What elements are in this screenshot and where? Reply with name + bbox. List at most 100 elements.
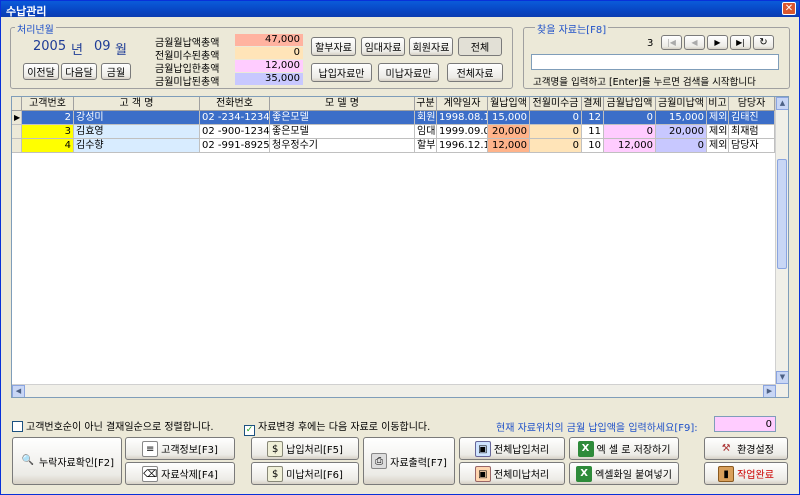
table-cell[interactable]: 2	[22, 111, 74, 125]
finish-button[interactable]: ▮ 작업완료	[704, 462, 788, 485]
this-month-button[interactable]: 금월	[101, 63, 131, 80]
table-cell[interactable]: 12	[582, 111, 604, 125]
table-cell[interactable]: 15,000	[656, 111, 707, 125]
nav-prev-button[interactable]: ◀	[684, 35, 705, 50]
table-cell[interactable]: 1999.09.01	[437, 125, 488, 139]
table-cell[interactable]: 3	[22, 125, 74, 139]
column-header[interactable]: 금월미납액	[656, 97, 707, 111]
column-header[interactable]: 결제	[582, 97, 604, 111]
all-data-button[interactable]: 전체자료	[447, 63, 503, 82]
scroll-down-icon[interactable]: ▼	[776, 371, 788, 384]
table-cell[interactable]: 20,000	[488, 125, 530, 139]
move-checkbox-box[interactable]: ✓	[244, 425, 255, 436]
table-cell[interactable]: 0	[604, 111, 656, 125]
table-cell[interactable]: 0	[656, 139, 707, 153]
unpaid-process-button[interactable]: $ 미납처리[F6]	[251, 462, 359, 485]
table-cell[interactable]: 0	[530, 125, 582, 139]
table-cell[interactable]: 02 -234-1234	[200, 111, 270, 125]
table-cell[interactable]: 0	[604, 125, 656, 139]
column-header[interactable]: 구분	[415, 97, 437, 111]
table-cell[interactable]: 02 -900-1234	[200, 125, 270, 139]
all-filter-button[interactable]: 전체	[458, 37, 502, 56]
table-cell[interactable]: 1996.12.10	[437, 139, 488, 153]
prev-month-button[interactable]: 이전달	[23, 63, 59, 80]
sort-checkbox-box[interactable]	[12, 421, 23, 432]
table-cell[interactable]: 12,000	[488, 139, 530, 153]
column-header[interactable]: 금월납입액	[604, 97, 656, 111]
payment-input[interactable]	[714, 416, 776, 432]
vertical-scrollbar[interactable]: ▲ ▼	[775, 97, 788, 397]
installment-filter-button[interactable]: 할부자료	[311, 37, 356, 56]
table-cell[interactable]: 회원	[415, 111, 437, 125]
table-cell[interactable]: 임대	[415, 125, 437, 139]
table-cell[interactable]: 좋은모델	[270, 125, 415, 139]
scroll-thumb[interactable]	[777, 159, 787, 269]
nav-refresh-button[interactable]: ↻	[753, 35, 774, 50]
nav-next-button[interactable]: ▶	[707, 35, 728, 50]
table-cell[interactable]: 4	[22, 139, 74, 153]
column-header[interactable]: 고객번호	[22, 97, 74, 111]
table-cell[interactable]: 좋은모델	[270, 111, 415, 125]
table-cell[interactable]: 제외	[707, 111, 729, 125]
row-indicator[interactable]	[12, 125, 22, 139]
search-input[interactable]	[531, 54, 779, 70]
table-cell[interactable]: 10	[582, 139, 604, 153]
scroll-right-icon[interactable]: ▶	[763, 385, 776, 397]
nav-last-button[interactable]: ▶|	[730, 35, 751, 50]
nav-first-button[interactable]: |◀	[661, 35, 682, 50]
table-cell[interactable]: 1998.08.10	[437, 111, 488, 125]
table-cell[interactable]: 11	[582, 125, 604, 139]
scroll-left-icon[interactable]: ◀	[12, 385, 25, 397]
table-cell[interactable]: 12,000	[604, 139, 656, 153]
table-cell[interactable]: 할부	[415, 139, 437, 153]
table-cell[interactable]: 최재럼	[729, 125, 775, 139]
rental-filter-button[interactable]: 임대자료	[361, 37, 405, 56]
table-cell[interactable]: 김수향	[74, 139, 200, 153]
table-cell[interactable]: 0	[530, 111, 582, 125]
unpaid-only-button[interactable]: 미납자료만	[378, 63, 439, 82]
main-window: 수납관리 ✕ 처리년월 2005 년 09 월 이전달 다음달 금월 금월월납액…	[0, 0, 800, 495]
all-unpaid-button[interactable]: ▣ 전체미납처리	[459, 462, 565, 485]
close-icon[interactable]: ✕	[782, 2, 796, 15]
table-cell[interactable]: 02 -991-8925	[200, 139, 270, 153]
member-filter-button[interactable]: 회원자료	[409, 37, 453, 56]
table-cell[interactable]: 15,000	[488, 111, 530, 125]
table-cell[interactable]: 김효영	[74, 125, 200, 139]
table-cell[interactable]: 강성미	[74, 111, 200, 125]
table-cell[interactable]: 20,000	[656, 125, 707, 139]
table-cell[interactable]: 담당자	[729, 139, 775, 153]
table-cell[interactable]: 제외	[707, 125, 729, 139]
data-table[interactable]: 고객번호 고 객 명 전화번호 모 델 명 구분 계약일자 월납입액 전월미수금…	[11, 96, 789, 398]
excel-paste-label: 엑셀화일 붙여넣기	[595, 470, 672, 481]
row-indicator[interactable]	[12, 139, 22, 153]
pay-process-button[interactable]: $ 납입처리[F5]	[251, 437, 359, 460]
table-cell[interactable]: 제외	[707, 139, 729, 153]
table-cell[interactable]: 김태진	[729, 111, 775, 125]
missing-check-button[interactable]: 🔍 누락자료확인[F2]	[12, 437, 122, 485]
table-cell[interactable]: 청우정수기	[270, 139, 415, 153]
print-button[interactable]: ⎙ 자료출력[F7]	[363, 437, 455, 485]
column-header[interactable]: 모 델 명	[270, 97, 415, 111]
column-header[interactable]: 월납입액	[488, 97, 530, 111]
all-pay-button[interactable]: ▣ 전체납입처리	[459, 437, 565, 460]
column-header[interactable]: 전월미수금	[530, 97, 582, 111]
excel-paste-button[interactable]: X 엑셀화일 붙여넣기	[569, 462, 679, 485]
table-cell[interactable]: 0	[530, 139, 582, 153]
horizontal-scrollbar[interactable]: ◀ ▶	[12, 384, 776, 397]
paid-only-button[interactable]: 납입자료만	[311, 63, 372, 82]
delete-button[interactable]: ⌫ 자료삭제[F4]	[125, 462, 235, 485]
column-header[interactable]: 계약일자	[437, 97, 488, 111]
next-month-button[interactable]: 다음달	[61, 63, 97, 80]
row-indicator[interactable]: ▶	[12, 111, 22, 125]
column-header[interactable]: 전화번호	[200, 97, 270, 111]
customer-info-button[interactable]: ≡ 고객정보[F3]	[125, 437, 235, 460]
column-header[interactable]: 고 객 명	[74, 97, 200, 111]
settings-button[interactable]: ⚒ 환경설정	[704, 437, 788, 460]
scroll-up-icon[interactable]: ▲	[776, 97, 788, 110]
column-header[interactable]: 비고	[707, 97, 729, 111]
sort-by-payday-checkbox[interactable]: 고객번호순이 아닌 결재일순으로 정렬합니다.	[12, 418, 214, 433]
column-header[interactable]: 담당자	[729, 97, 775, 111]
move-next-checkbox[interactable]: ✓ 자료변경 후에는 다음 자료로 이동합니다.	[244, 418, 430, 436]
excel-save-button[interactable]: X엑 셀 로 저장하기	[569, 437, 679, 460]
month-value: 09	[94, 39, 111, 54]
